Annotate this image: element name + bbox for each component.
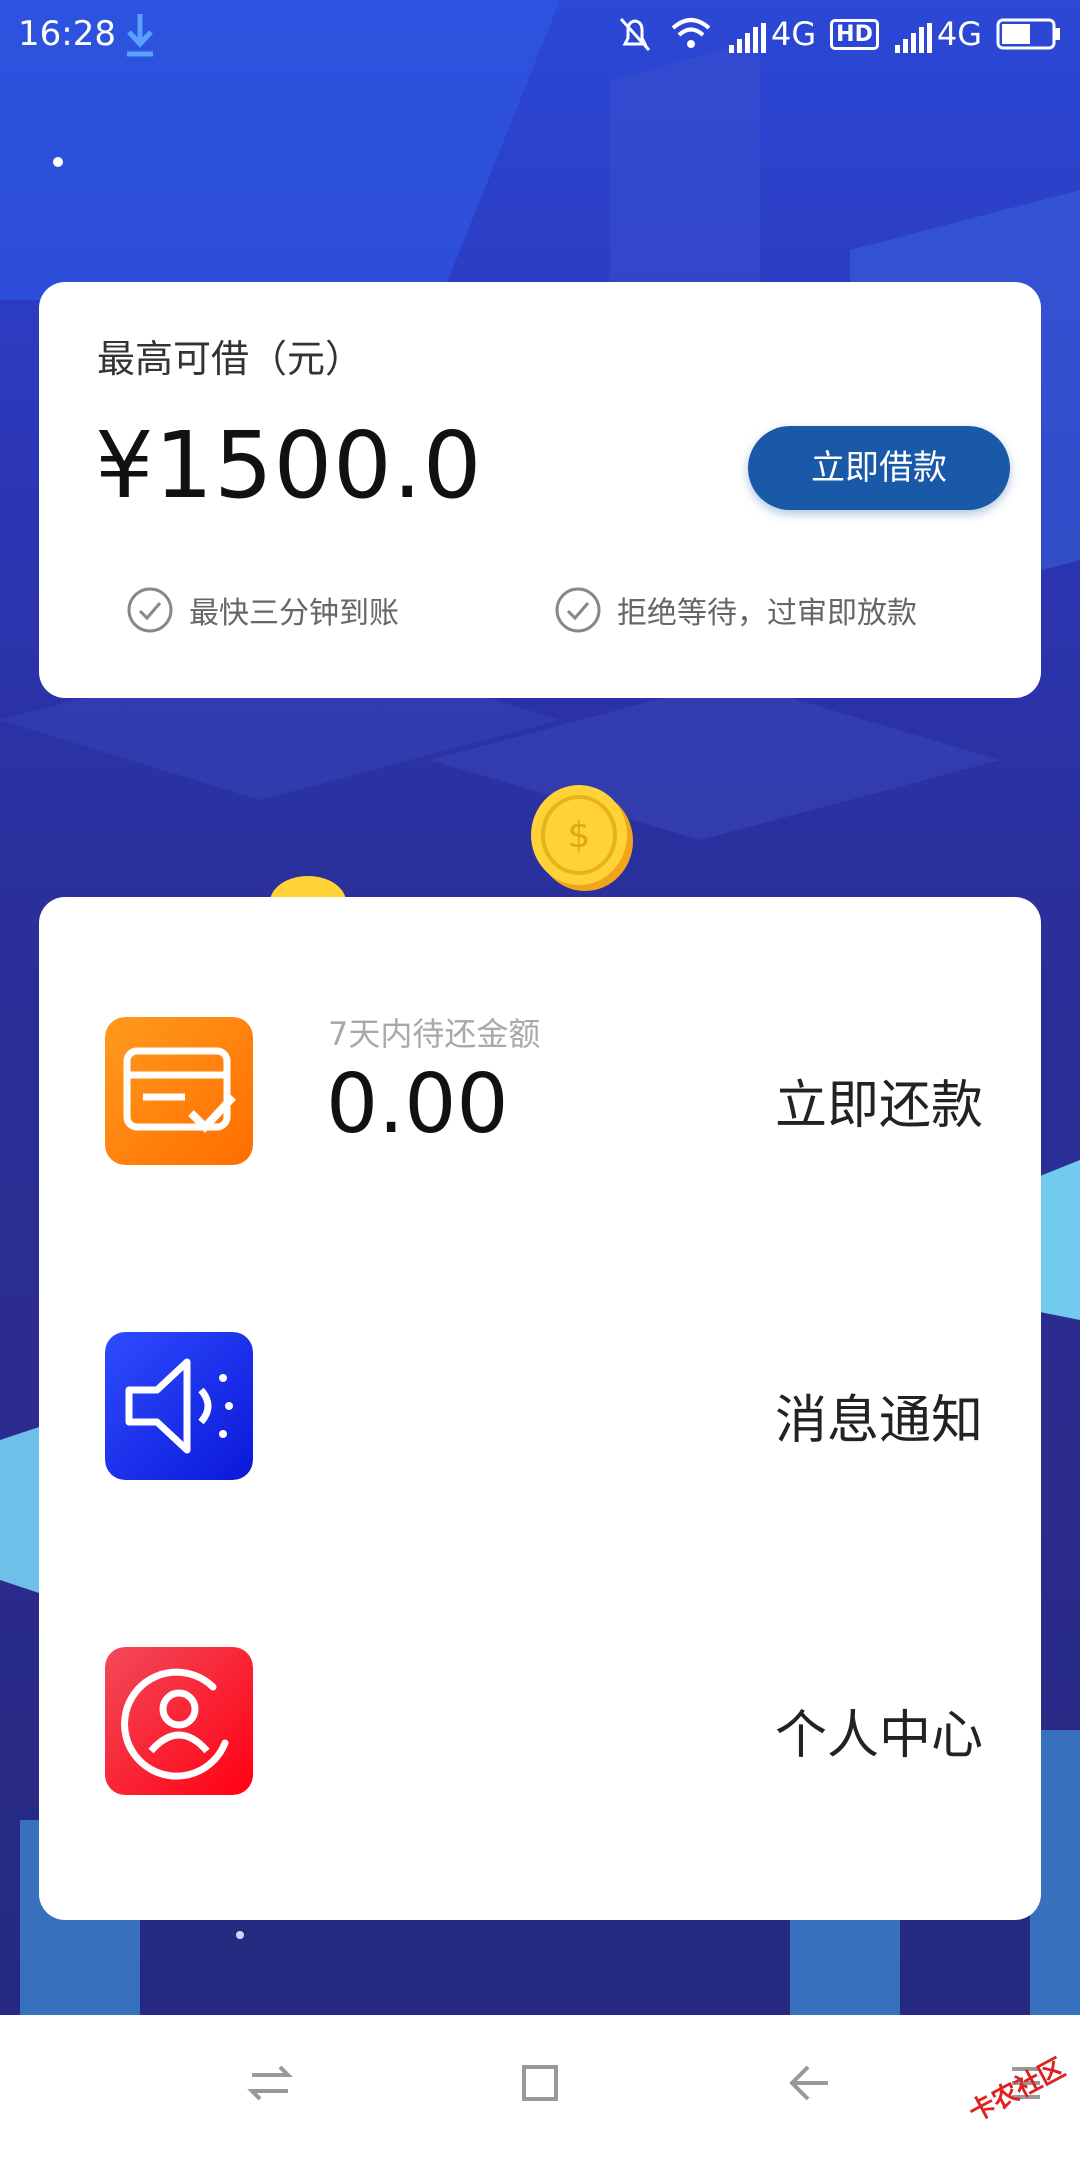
check-circle-icon — [555, 587, 601, 633]
status-time: 16:28 — [18, 14, 116, 54]
loan-limit-label: 最高可借（元） — [97, 337, 364, 381]
due-amount-value: 0.00 — [326, 1057, 509, 1152]
repay-now-link[interactable]: 立即还款 — [775, 1063, 983, 1138]
bill-icon — [105, 1017, 253, 1165]
system-navigation-bar — [0, 2015, 1080, 2160]
download-icon — [127, 14, 153, 57]
loan-limit-amount: ¥1500.0 — [95, 412, 483, 519]
back-icon[interactable] — [786, 2059, 834, 2107]
check-circle-icon — [127, 587, 173, 633]
repay-row[interactable]: 7天内待还金额 0.00 立即还款 — [39, 1015, 1041, 1167]
loan-card: 最高可借（元） ¥1500.0 立即借款 最快三分钟到账 拒绝等待，过审即放款 — [39, 282, 1041, 698]
signal-icon — [729, 23, 766, 53]
bell-muted-icon — [619, 17, 651, 52]
speaker-icon — [105, 1332, 253, 1480]
notifications-link[interactable]: 消息通知 — [775, 1378, 983, 1453]
network-label-1: 4G — [771, 15, 817, 53]
network-label-2: 4G — [936, 15, 982, 53]
wifi-icon — [671, 18, 711, 48]
due-amount-label: 7天内待还金额 — [328, 1015, 541, 1053]
user-icon — [105, 1647, 253, 1795]
notification-row[interactable]: 消息通知 — [39, 1332, 1041, 1482]
coin-illustration: $ — [531, 785, 633, 891]
signal-icon-2 — [894, 23, 932, 53]
battery-icon — [996, 18, 1060, 50]
hd-badge: HD — [830, 18, 879, 50]
home-icon[interactable] — [516, 2059, 564, 2107]
feature-no-waiting: 拒绝等待，过审即放款 — [555, 587, 917, 633]
feature-text-1: 最快三分钟到账 — [189, 596, 399, 631]
switch-apps-icon[interactable] — [246, 2059, 294, 2107]
borrow-now-button[interactable]: 立即借款 — [748, 426, 1010, 510]
feature-text-2: 拒绝等待，过审即放款 — [617, 596, 917, 631]
feature-fast-arrival: 最快三分钟到账 — [127, 587, 399, 633]
status-bar: 16:28 4G HD 4G — [0, 0, 1080, 76]
svg-text:$: $ — [568, 815, 591, 856]
profile-row[interactable]: 个人中心 — [39, 1647, 1041, 1797]
profile-center-link[interactable]: 个人中心 — [775, 1693, 983, 1768]
menu-card: 7天内待还金额 0.00 立即还款 消息通知 个人中心 — [39, 897, 1041, 1920]
